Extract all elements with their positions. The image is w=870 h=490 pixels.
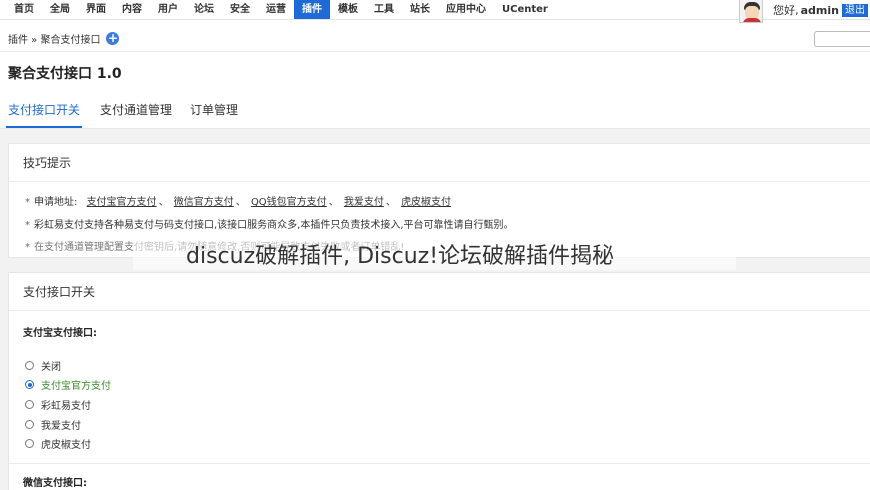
- search-input[interactable]: [814, 31, 870, 47]
- user-box: 您好, admin 退出: [739, 0, 870, 23]
- radio-option-alipay-official[interactable]: 支付宝官方支付: [25, 377, 111, 392]
- link-wechat[interactable]: 微信官方支付: [174, 197, 234, 208]
- tip-rainbow: * 彩虹易支付支持各种易支付与码支付接口,该接口服务商众多,本插件只负责技术接入,…: [25, 220, 514, 231]
- nav-item-app-center[interactable]: 应用中心: [438, 0, 494, 19]
- nav-item-webmaster[interactable]: 站长: [402, 0, 438, 19]
- nav-item-tools[interactable]: 工具: [366, 0, 402, 19]
- tab-bar: 支付接口开关 支付通道管理 订单管理: [6, 100, 256, 128]
- nav-menu: 首页 全局 界面 内容 用户 论坛 安全 运营 插件 模板 工具 站长 应用中心…: [6, 0, 556, 19]
- wechat-interface-label: 微信支付接口:: [23, 478, 87, 489]
- radio-option-woai[interactable]: 我爱支付: [25, 417, 81, 432]
- switch-heading: 支付接口开关: [9, 273, 870, 311]
- nav-item-ucenter[interactable]: UCenter: [494, 0, 556, 19]
- breadcrumb-bar: 插件 » 聚合支付接口 +: [0, 26, 870, 52]
- nav-item-home[interactable]: 首页: [6, 0, 42, 19]
- top-navigation: 首页 全局 界面 内容 用户 论坛 安全 运营 插件 模板 工具 站长 应用中心…: [0, 0, 870, 23]
- radio-button-checked[interactable]: [25, 380, 34, 389]
- plus-circle-icon[interactable]: +: [106, 32, 120, 45]
- breadcrumb: 插件 » 聚合支付接口: [8, 35, 101, 46]
- tab-order-management[interactable]: 订单管理: [190, 100, 238, 128]
- tab-payment-switch[interactable]: 支付接口开关: [6, 100, 83, 128]
- tips-heading: 技巧提示: [9, 144, 870, 182]
- tip-apply: * 申请地址: 支付宝官方支付、 微信官方支付、 QQ钱包官方支付、 我爱支付、 …: [25, 197, 452, 208]
- field-divider: [9, 463, 870, 464]
- radio-button[interactable]: [25, 400, 34, 409]
- radio-option-off[interactable]: 关闭: [25, 358, 61, 373]
- nav-item-forum[interactable]: 论坛: [186, 0, 222, 19]
- nav-item-templates[interactable]: 模板: [330, 0, 366, 19]
- apply-label: 申请地址:: [34, 197, 78, 208]
- radio-button[interactable]: [25, 439, 34, 448]
- radio-option-hupijiao[interactable]: 虎皮椒支付: [25, 436, 91, 451]
- radio-button[interactable]: [25, 361, 34, 370]
- alipay-interface-label: 支付宝支付接口:: [23, 328, 97, 339]
- username[interactable]: admin: [801, 4, 839, 17]
- tab-channel-management[interactable]: 支付通道管理: [100, 100, 172, 128]
- link-hupijiao[interactable]: 虎皮椒支付: [401, 197, 451, 208]
- watermark-text: discuz破解插件, Discuz!论坛破解插件揭秘: [186, 244, 615, 269]
- nav-item-security[interactable]: 安全: [222, 0, 258, 19]
- nav-item-users[interactable]: 用户: [150, 0, 186, 19]
- logout-button[interactable]: 退出: [842, 3, 868, 17]
- greeting-text: 您好,: [773, 4, 799, 17]
- nav-item-operations[interactable]: 运营: [258, 0, 294, 19]
- link-alipay[interactable]: 支付宝官方支付: [87, 197, 157, 208]
- payment-switch-card: 支付接口开关 支付宝支付接口: 关闭 支付宝官方支付 彩虹易支付 我爱支付 虎皮…: [8, 272, 870, 490]
- avatar[interactable]: [739, 0, 764, 23]
- link-woai[interactable]: 我爱支付: [344, 197, 384, 208]
- nav-item-plugins[interactable]: 插件: [294, 0, 330, 19]
- radio-button[interactable]: [25, 420, 34, 429]
- nav-item-global[interactable]: 全局: [42, 0, 78, 19]
- nav-item-content[interactable]: 内容: [114, 0, 150, 19]
- radio-option-rainbow[interactable]: 彩虹易支付: [25, 397, 91, 412]
- link-qq-wallet[interactable]: QQ钱包官方支付: [251, 197, 327, 208]
- nav-item-interface[interactable]: 界面: [78, 0, 114, 19]
- page-title: 聚合支付接口 1.0: [8, 66, 122, 82]
